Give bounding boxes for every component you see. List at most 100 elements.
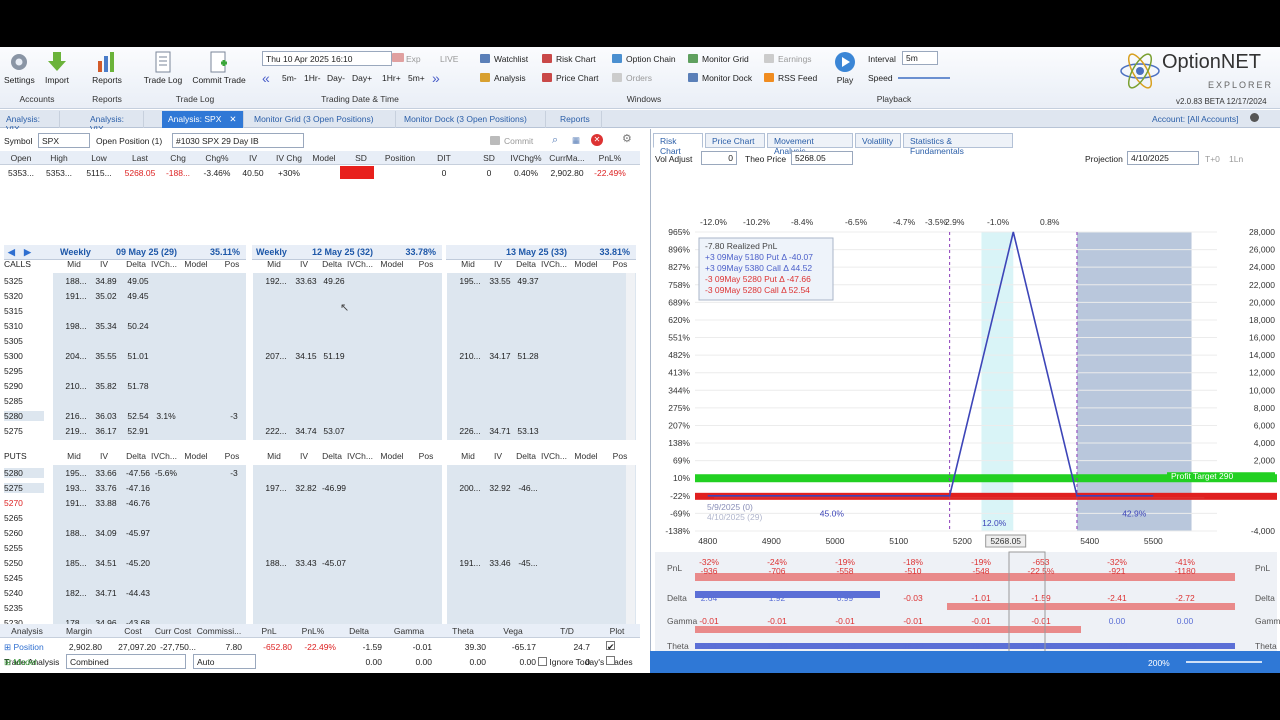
plot-checkbox[interactable]: ✔ bbox=[606, 641, 615, 652]
chain-cell[interactable]: 219... bbox=[60, 426, 92, 436]
settings-button[interactable]: Settings bbox=[4, 51, 35, 86]
chain-cell[interactable]: 49.45 bbox=[122, 291, 154, 301]
orders-button[interactable]: Orders bbox=[612, 73, 652, 84]
chain-cell[interactable]: 35.82 bbox=[90, 381, 122, 391]
ta-cell[interactable]: ⊞ Model bbox=[4, 657, 50, 668]
chain-cell[interactable]: -3 bbox=[218, 411, 250, 421]
step-1hr-back[interactable]: 1Hr- bbox=[304, 73, 321, 84]
reports-button[interactable]: Reports bbox=[88, 51, 126, 86]
chain-cell[interactable]: 51.01 bbox=[122, 351, 154, 361]
chain-cell[interactable]: 34.51 bbox=[90, 558, 122, 568]
chain-cell[interactable]: 36.17 bbox=[90, 426, 122, 436]
prev-expiry-icon[interactable]: ◀ bbox=[8, 247, 15, 258]
chain-cell[interactable]: 34.89 bbox=[90, 276, 122, 286]
chain-cell[interactable]: 226... bbox=[454, 426, 486, 436]
chain-cell[interactable]: -44.43 bbox=[122, 588, 154, 598]
tab-monitor-grid[interactable]: Monitor Grid (3 Open Positions) bbox=[248, 111, 396, 128]
chain-cell[interactable]: 188... bbox=[60, 528, 92, 538]
zoom-slider[interactable] bbox=[1186, 661, 1262, 663]
chain-cell[interactable]: -46... bbox=[512, 483, 544, 493]
chain-cell[interactable]: 51.78 bbox=[122, 381, 154, 391]
chain-cell[interactable]: 53.13 bbox=[512, 426, 544, 436]
chain-cell[interactable]: -45.07 bbox=[318, 558, 350, 568]
exp-button[interactable]: Exp bbox=[406, 54, 421, 65]
chain-cell[interactable]: 216... bbox=[60, 411, 92, 421]
monitor-dock-button[interactable]: Monitor Dock bbox=[688, 73, 752, 84]
chain-cell[interactable]: 35.55 bbox=[90, 351, 122, 361]
price-chart-button[interactable]: Price Chart bbox=[542, 73, 599, 84]
watchlist-button[interactable]: Watchlist bbox=[480, 54, 528, 65]
chain-scrollbar[interactable] bbox=[626, 273, 635, 440]
tab-monitor-dock[interactable]: Monitor Dock (3 Open Positions) bbox=[398, 111, 546, 128]
chain-cell[interactable]: 185... bbox=[60, 558, 92, 568]
live-button[interactable]: LIVE bbox=[440, 54, 458, 65]
commit-trade-button[interactable]: Commit Trade bbox=[190, 51, 248, 86]
chain-cell[interactable]: -45.97 bbox=[122, 528, 154, 538]
symbol-select[interactable]: SPX bbox=[38, 133, 90, 148]
chain-cell[interactable]: 50.24 bbox=[122, 321, 154, 331]
chain-cell[interactable]: 33.76 bbox=[90, 483, 122, 493]
position-select[interactable]: #1030 SPX 29 Day IB bbox=[172, 133, 304, 148]
chain-cell[interactable]: 49.26 bbox=[318, 276, 350, 286]
chain-cell[interactable]: -46.99 bbox=[318, 483, 350, 493]
chain-cell[interactable]: 188... bbox=[60, 276, 92, 286]
cancel-icon[interactable]: ✕ bbox=[591, 134, 603, 146]
chain-cell[interactable]: 34.71 bbox=[90, 588, 122, 598]
chain-cell[interactable]: 192... bbox=[260, 276, 292, 286]
chain-cell[interactable]: 204... bbox=[60, 351, 92, 361]
earnings-button[interactable]: Earnings bbox=[764, 54, 812, 65]
chain-cell[interactable]: 191... bbox=[60, 291, 92, 301]
analysis-button[interactable]: Analysis bbox=[480, 73, 526, 84]
commit-button[interactable]: Commit bbox=[490, 136, 533, 147]
chain-cell[interactable]: 195... bbox=[454, 276, 486, 286]
option-chain-button[interactable]: Option Chain bbox=[612, 54, 676, 65]
chain-cell[interactable]: 210... bbox=[60, 381, 92, 391]
tab-reports[interactable]: Reports bbox=[554, 111, 602, 128]
tab-analysis-vix-1[interactable]: Analysis: VIX bbox=[0, 111, 60, 134]
chain-cell[interactable]: 191... bbox=[60, 498, 92, 508]
chain-cell[interactable]: 49.05 bbox=[122, 276, 154, 286]
step-5m-back[interactable]: 5m- bbox=[282, 73, 297, 84]
chain-cell[interactable]: 35.34 bbox=[90, 321, 122, 331]
chain-cell[interactable]: -47.16 bbox=[122, 483, 154, 493]
search-icon[interactable]: ⌕ bbox=[552, 135, 558, 146]
chain-cell[interactable]: 52.91 bbox=[122, 426, 154, 436]
chain-cell[interactable]: 222... bbox=[260, 426, 292, 436]
step-day-forward[interactable]: Day+ bbox=[352, 73, 372, 84]
risk-chart[interactable]: 965% 28,000 896% 26,000 827% 24,000 758% 22,000… bbox=[651, 129, 1280, 673]
rss-feed-button[interactable]: RSS Feed bbox=[764, 73, 817, 84]
plot-checkbox[interactable] bbox=[606, 656, 615, 665]
chain-cell[interactable]: 51.28 bbox=[512, 351, 544, 361]
tab-analysis-spx[interactable]: Analysis: SPX ✕ bbox=[162, 111, 244, 128]
chain-cell[interactable]: -45.20 bbox=[122, 558, 154, 568]
ta-cell[interactable]: ⊞ Position bbox=[4, 642, 50, 653]
trade-log-button[interactable]: Trade Log bbox=[140, 51, 186, 86]
chain-cell[interactable]: 200... bbox=[454, 483, 486, 493]
chain-cell[interactable]: -46.76 bbox=[122, 498, 154, 508]
chain-cell[interactable]: 182... bbox=[60, 588, 92, 598]
close-icon[interactable]: ✕ bbox=[229, 114, 236, 124]
import-button[interactable]: Import bbox=[42, 51, 72, 86]
chain-cell[interactable]: -45... bbox=[512, 558, 544, 568]
chain-cell[interactable]: 33.88 bbox=[90, 498, 122, 508]
speed-slider[interactable] bbox=[898, 77, 950, 79]
interval-select[interactable]: 5m bbox=[902, 51, 938, 65]
step-5m-forward[interactable]: 5m+ bbox=[408, 73, 425, 84]
chain-cell[interactable]: 51.19 bbox=[318, 351, 350, 361]
step-1hr-forward[interactable]: 1Hr+ bbox=[382, 73, 401, 84]
chain-cell[interactable]: -3 bbox=[218, 468, 250, 478]
chain-cell[interactable]: 198... bbox=[60, 321, 92, 331]
risk-chart-button[interactable]: Risk Chart bbox=[542, 54, 596, 65]
forward-arrows-icon[interactable]: » bbox=[432, 71, 440, 85]
next-expiry-icon[interactable]: ▶ bbox=[24, 247, 31, 258]
chain-cell[interactable]: 35.02 bbox=[90, 291, 122, 301]
step-day-back[interactable]: Day- bbox=[327, 73, 345, 84]
back-arrows-icon[interactable]: « bbox=[262, 71, 270, 85]
chain-cell[interactable]: 197... bbox=[260, 483, 292, 493]
chain-cell[interactable]: 191... bbox=[454, 558, 486, 568]
chain-cell[interactable]: 207... bbox=[260, 351, 292, 361]
grid-view-icon[interactable]: ▦ bbox=[572, 135, 580, 146]
chain-cell[interactable]: 210... bbox=[454, 351, 486, 361]
chain-cell[interactable]: 188... bbox=[260, 558, 292, 568]
trading-date-field[interactable]: Thu 10 Apr 2025 16:10 bbox=[262, 51, 392, 66]
